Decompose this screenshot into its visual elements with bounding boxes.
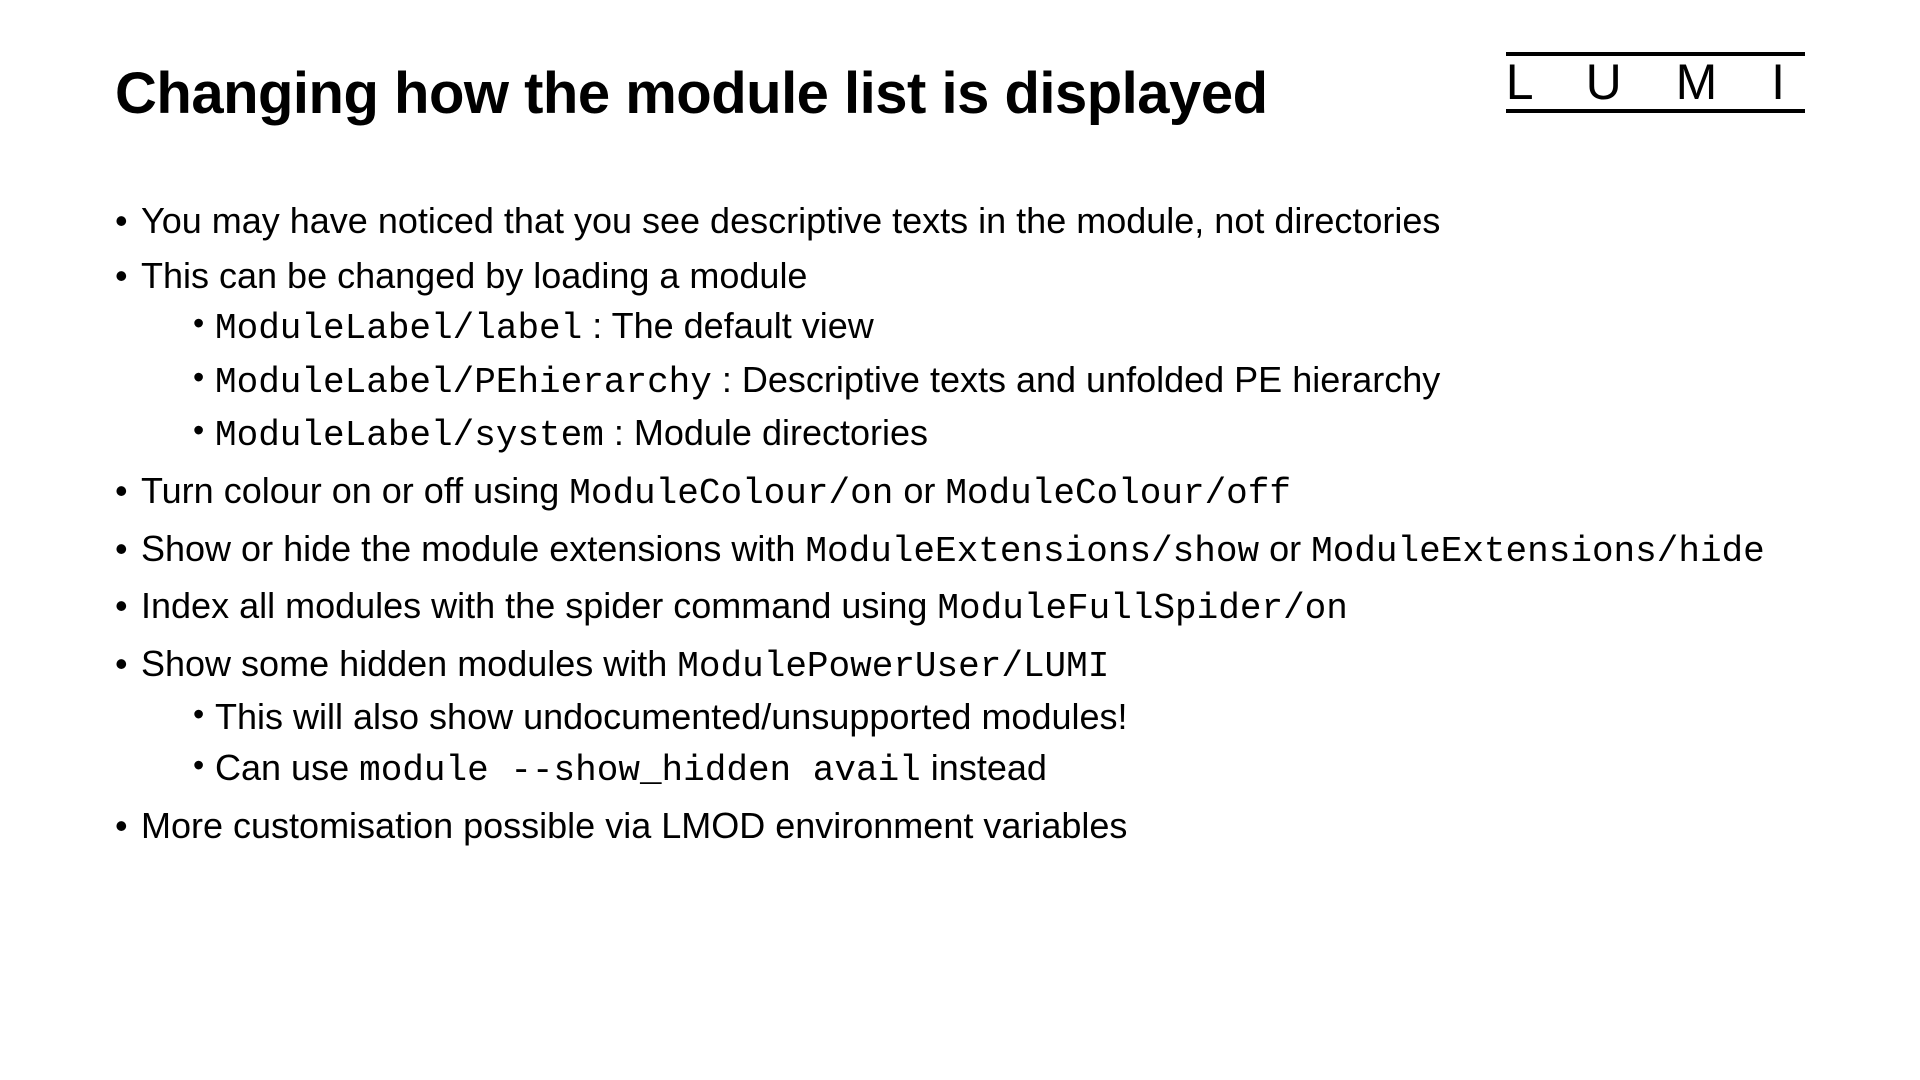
bullet-item: Show or hide the module extensions with … [115, 525, 1805, 577]
code-text: ModulePowerUser/LUMI [677, 646, 1109, 687]
bullet-text: This will also show undocumented/unsuppo… [215, 696, 1128, 737]
bullet-text: This can be changed by loading a module [141, 255, 807, 296]
code-text: ModuleExtensions/show [805, 531, 1259, 572]
sub-bullet-list: ModuleLabel/label : The default view Mod… [141, 302, 1805, 461]
bullet-text: : The default view [582, 305, 874, 346]
bullet-text: : Descriptive texts and unfolded PE hier… [712, 359, 1440, 400]
code-text: ModuleLabel/label [215, 308, 582, 349]
sub-bullet-item: ModuleLabel/PEhierarchy : Descriptive te… [193, 356, 1805, 408]
bullet-text: More customisation possible via LMOD env… [141, 805, 1127, 846]
code-text: ModuleColour/off [945, 473, 1291, 514]
bullet-item: More customisation possible via LMOD env… [115, 802, 1805, 851]
bullet-text: Index all modules with the spider comman… [141, 585, 937, 626]
bullet-text: Show or hide the module extensions with [141, 528, 805, 569]
bullet-text: or [893, 470, 945, 511]
slide: Changing how the module list is displaye… [0, 0, 1920, 1080]
bullet-item: Index all modules with the spider comman… [115, 582, 1805, 634]
bullet-text: Can use [215, 747, 359, 788]
bullet-item: Turn colour on or off using ModuleColour… [115, 467, 1805, 519]
code-text: module --show_hidden avail [359, 750, 921, 791]
bullet-text: or [1259, 528, 1311, 569]
slide-header: Changing how the module list is displaye… [115, 50, 1805, 127]
sub-bullet-item: ModuleLabel/system : Module directories [193, 409, 1805, 461]
bullet-text: Turn colour on or off using [141, 470, 569, 511]
bullet-item: This can be changed by loading a module … [115, 252, 1805, 461]
code-text: ModuleLabel/PEhierarchy [215, 362, 712, 403]
bullet-list: You may have noticed that you see descri… [115, 197, 1805, 850]
sub-bullet-item: This will also show undocumented/unsuppo… [193, 693, 1805, 742]
sub-bullet-item: Can use module --show_hidden avail inste… [193, 744, 1805, 796]
bullet-text: instead [921, 747, 1047, 788]
code-text: ModuleColour/on [569, 473, 893, 514]
sub-bullet-list: This will also show undocumented/unsuppo… [141, 693, 1805, 795]
bullet-text: : Module directories [604, 412, 928, 453]
bullet-item: You may have noticed that you see descri… [115, 197, 1805, 246]
bullet-item: Show some hidden modules with ModulePowe… [115, 640, 1805, 796]
code-text: ModuleLabel/system [215, 415, 604, 456]
slide-title: Changing how the module list is displaye… [115, 60, 1268, 127]
sub-bullet-item: ModuleLabel/label : The default view [193, 302, 1805, 354]
slide-body: You may have noticed that you see descri… [115, 197, 1805, 850]
code-text: ModuleExtensions/hide [1311, 531, 1765, 572]
code-text: ModuleFullSpider/on [937, 588, 1347, 629]
bullet-text: Show some hidden modules with [141, 643, 677, 684]
bullet-text: You may have noticed that you see descri… [141, 200, 1440, 241]
lumi-logo: L U M I [1506, 52, 1805, 113]
